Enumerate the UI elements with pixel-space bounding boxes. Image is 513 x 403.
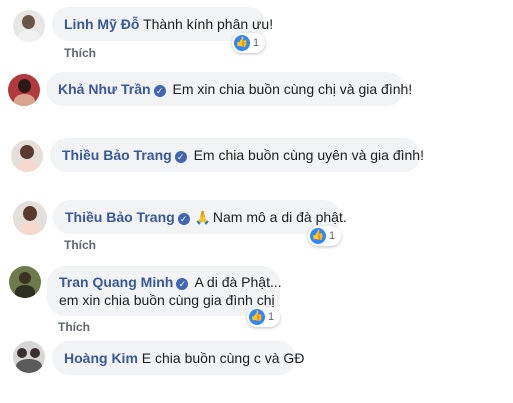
reaction-count: 1 <box>253 37 260 49</box>
comment-bubble: Thiều Bảo Trang ✓ Em chia buồn cùng uyên … <box>50 138 424 172</box>
avatar[interactable] <box>8 74 40 106</box>
comment-text-line2: em xin chia buồn cùng gia đình chị <box>59 292 275 308</box>
comment-author[interactable]: Thiều Bảo Trang <box>65 209 175 225</box>
avatar[interactable] <box>13 201 47 235</box>
verified-badge-icon: ✓ <box>176 278 189 290</box>
like-link[interactable]: Thích <box>58 320 90 334</box>
like-link[interactable]: Thích <box>64 46 96 60</box>
comment-bubble: Thiều Bảo Trang ✓ 🙏 Nam mô a di đà phật. <box>53 200 347 234</box>
reaction-summary[interactable]: 👍 1 <box>247 307 280 327</box>
like-link[interactable]: Thích <box>64 238 96 252</box>
like-icon: 👍 <box>310 228 326 244</box>
comment-author[interactable]: Hoàng Kim <box>64 350 138 366</box>
avatar[interactable] <box>13 341 45 373</box>
verified-badge-icon: ✓ <box>174 151 187 163</box>
comment-text: Nam mô a di đà phật. <box>212 209 347 225</box>
comment-text: Em xin chia buồn cùng chị và gia đình! <box>172 81 413 97</box>
like-icon: 👍 <box>234 35 250 51</box>
comment-text: Em chia buồn cùng uyên và gia đình! <box>193 147 424 163</box>
avatar[interactable] <box>13 10 45 42</box>
comment-text: E chia buồn cùng c và GĐ <box>141 350 305 366</box>
comment-author[interactable]: Thiều Bảo Trang <box>62 147 172 163</box>
comment-bubble: Tran Quang Minh ✓ A di đà Phật... em xin … <box>47 266 282 316</box>
avatar[interactable] <box>11 140 43 172</box>
avatar[interactable] <box>9 266 41 298</box>
like-icon: 👍 <box>249 309 265 325</box>
comment-bubble: Hoàng Kim E chia buồn cùng c và GĐ <box>52 341 304 375</box>
reaction-count: 1 <box>268 311 275 323</box>
reaction-count: 1 <box>329 230 336 242</box>
comment-text: A di đà Phật... <box>194 274 282 290</box>
verified-badge-icon: ✓ <box>177 213 190 225</box>
comment-bubble: Khả Như Trần ✓ Em xin chia buồn cùng chị … <box>46 72 412 106</box>
comment-author[interactable]: Khả Như Trần <box>58 81 151 97</box>
comment-text: Thành kính phân ưu! <box>143 16 274 32</box>
praying-hands-icon: 🙏 <box>194 210 211 225</box>
reaction-summary[interactable]: 👍 1 <box>308 226 341 246</box>
verified-badge-icon: ✓ <box>153 85 166 97</box>
comment-author[interactable]: Linh Mỹ Đỗ <box>64 16 139 32</box>
reaction-summary[interactable]: 👍 1 <box>232 33 265 53</box>
comment-author[interactable]: Tran Quang Minh <box>59 274 173 290</box>
